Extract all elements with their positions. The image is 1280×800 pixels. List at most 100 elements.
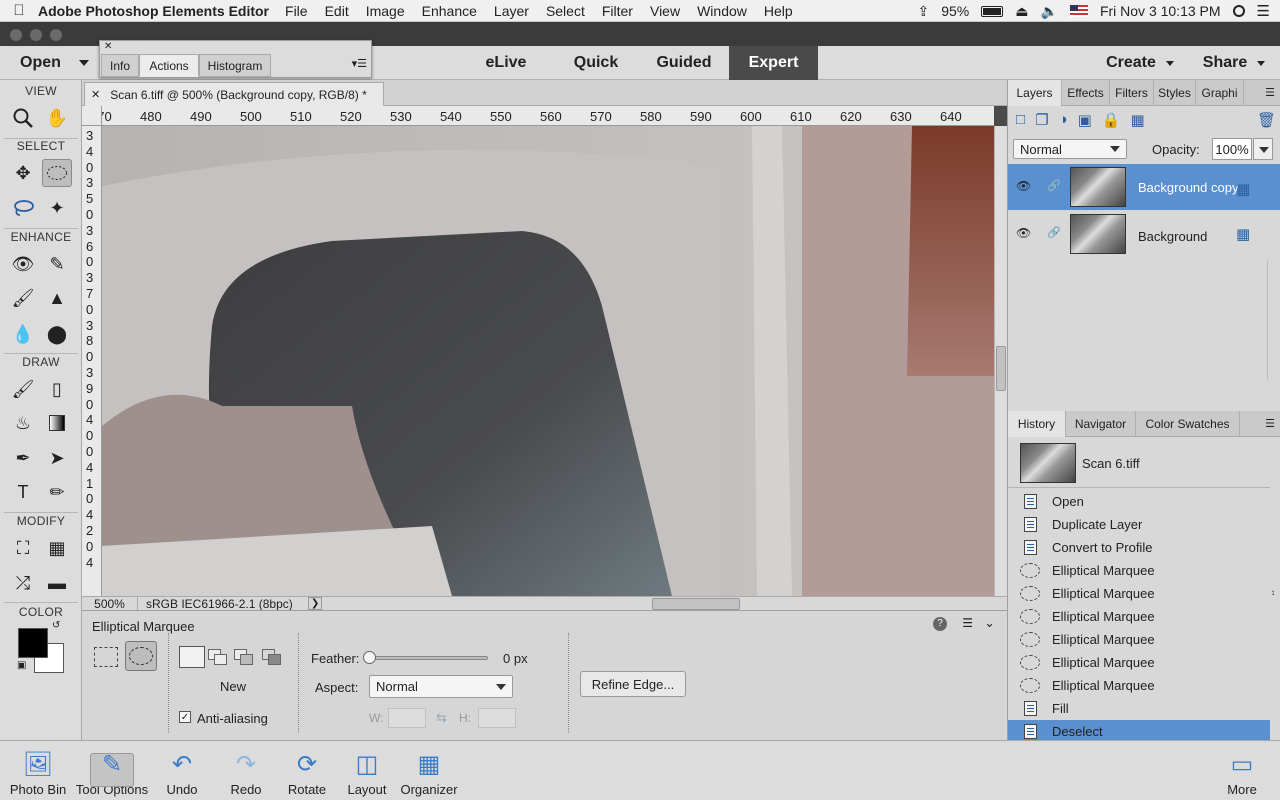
panel-menu-icon[interactable]: ▾☰ [352,57,367,70]
history-item[interactable]: Elliptical Marquee [1020,559,1270,582]
layer-link-icon[interactable]: 🔗 [1047,179,1061,192]
vertical-scroll-thumb[interactable] [996,346,1006,391]
red-eye-tool-icon[interactable]: 👁 [8,250,38,278]
swap-colors-icon[interactable]: ↺ [52,620,60,631]
zoom-tool-icon[interactable] [8,104,38,132]
menu-image[interactable]: Image [366,3,405,19]
menu-help[interactable]: Help [764,3,793,19]
feather-slider[interactable] [363,651,488,664]
layer-name[interactable]: Background copy [1138,180,1238,195]
history-item[interactable]: Elliptical Marquee [1020,628,1270,651]
mode-elive[interactable]: eLive [470,46,542,80]
menu-layer[interactable]: Layer [494,3,529,19]
close-document-icon[interactable]: ✕ [91,88,100,101]
default-colors-icon[interactable]: ▣ [17,660,26,671]
delete-layer-icon[interactable]: 🗑 [1257,111,1276,129]
history-scrollbar[interactable]: ↕ [1271,440,1280,740]
eyedropper-icon[interactable]: ✒ [8,444,38,472]
zoom-level[interactable]: 500% [82,596,138,611]
tab-info[interactable]: Info [101,54,139,77]
rectangular-marquee-icon[interactable] [94,647,118,667]
hand-tool-icon[interactable]: ✋ [42,104,72,132]
open-button[interactable]: Open [8,50,92,76]
move-tool-icon[interactable]: ✥ [8,159,38,187]
aspect-dropdown[interactable]: Normal [369,675,513,698]
layer-visibility-eye-icon[interactable]: 👁 [1016,226,1031,240]
blur-tool-icon[interactable]: 💧 [8,320,38,348]
paint-bucket-icon[interactable]: ♨ [8,409,38,437]
mode-quick[interactable]: Quick [560,46,632,80]
layer-visibility-eye-icon[interactable]: 👁 [1016,179,1031,193]
recompose-tool-icon[interactable]: ▦ [42,534,72,562]
options-menu-icon[interactable]: ☰ [962,616,973,630]
custom-shape-icon[interactable]: ➤ [42,444,72,472]
share-button[interactable]: Share [1195,46,1273,80]
photo-bin-button[interactable]: 🖼 Photo Bin [8,745,68,799]
layout-button[interactable]: ◫ Layout [344,745,390,799]
lock-transparency-icon[interactable]: ▦ [1130,111,1144,131]
feather-slider-thumb[interactable] [363,651,376,664]
tab-effects[interactable]: Effects [1062,80,1110,106]
blend-mode-dropdown[interactable]: Normal [1013,139,1127,159]
eject-icon[interactable]: ⏏ [1015,3,1028,20]
opacity-dropdown-button[interactable] [1253,138,1273,160]
menu-file[interactable]: File [285,3,308,19]
layer-mask-icon[interactable]: ▣ [1078,111,1092,131]
rotate-button[interactable]: ⟳ Rotate [284,745,330,799]
history-item[interactable]: Elliptical Marquee [1020,674,1270,697]
organizer-button[interactable]: ▦ Organizer [398,745,460,799]
status-menu-chevron-icon[interactable]: ❯ [308,597,323,610]
vertical-scrollbar[interactable] [994,126,1007,596]
history-item[interactable]: Fill [1020,697,1270,720]
adjustment-layer-icon[interactable]: ◑ [1059,111,1068,131]
image-canvas[interactable] [102,126,994,596]
tab-graphics[interactable]: Graphi [1196,80,1244,106]
history-item[interactable]: Elliptical Marquee [1020,651,1270,674]
app-name-menu[interactable]: Adobe Photoshop Elements Editor [38,3,269,19]
horizontal-scroll-thumb[interactable] [652,598,740,610]
history-item[interactable]: Elliptical Marquee [1020,605,1270,628]
history-item[interactable]: Duplicate Layer [1020,513,1270,536]
clock[interactable]: Fri Nov 3 10:13 PM [1100,3,1221,19]
new-group-icon[interactable]: ❐ [1035,111,1048,131]
create-button[interactable]: Create [1100,46,1180,80]
type-tool-icon[interactable]: T [8,478,38,506]
bluetooth-icon[interactable]: ⇪ [918,3,930,20]
menu-view[interactable]: View [650,3,680,19]
menu-select[interactable]: Select [546,3,585,19]
tab-styles[interactable]: Styles [1154,80,1196,106]
layer-link-icon[interactable]: 🔗 [1047,226,1061,239]
smart-brush-icon[interactable]: 🖌 [8,284,38,312]
crop-tool-icon[interactable]: ⛶ [8,534,38,562]
help-icon[interactable]: ? [933,617,947,631]
volume-icon[interactable]: 🔈 [1041,3,1058,20]
more-button[interactable]: ▭ More [1218,745,1266,799]
tab-navigator[interactable]: Navigator [1066,411,1136,437]
tab-layers[interactable]: Layers [1008,80,1062,106]
menu-window[interactable]: Window [697,3,747,19]
history-item[interactable]: Convert to Profile [1020,536,1270,559]
undo-button[interactable]: ↶ Undo [162,745,202,799]
layers-panel-menu-icon[interactable]: ☰ [1265,86,1275,99]
apple-menu-icon[interactable]:  [0,2,38,19]
history-item[interactable]: Open [1020,490,1270,513]
layer-name[interactable]: Background [1138,229,1207,244]
subtract-selection-icon[interactable] [234,649,254,666]
foreground-color-swatch[interactable] [18,628,48,658]
tab-filters[interactable]: Filters [1110,80,1154,106]
sponge-tool-icon[interactable]: ⬤ [42,320,72,348]
straighten-tool-icon[interactable]: ▬ [42,569,72,597]
new-layer-icon[interactable]: □ [1016,111,1025,131]
eraser-tool-icon[interactable]: ▯ [42,375,72,403]
menu-filter[interactable]: Filter [602,3,633,19]
minimize-window-icon[interactable] [30,29,42,41]
mode-guided[interactable]: Guided [648,46,720,80]
mode-expert[interactable]: Expert [729,46,818,80]
opacity-input[interactable]: 100% [1212,138,1252,160]
tab-history[interactable]: History [1008,411,1066,437]
tab-histogram[interactable]: Histogram [199,54,271,77]
gradient-tool-icon[interactable] [42,409,72,437]
intersect-selection-icon[interactable] [262,649,284,666]
notification-center-icon[interactable]: ☰ [1257,2,1270,20]
history-panel-menu-icon[interactable]: ☰ [1265,417,1275,430]
